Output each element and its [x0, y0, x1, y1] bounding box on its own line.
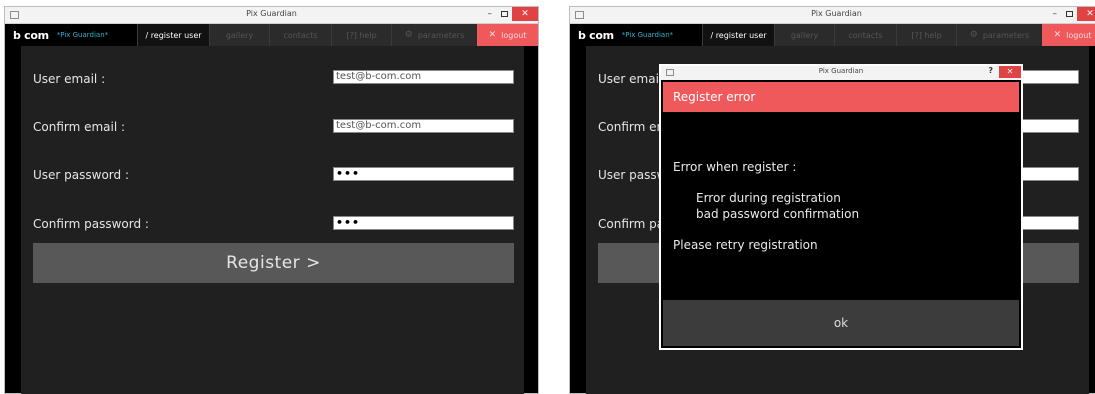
confirm-email-label: Confirm email :: [33, 120, 126, 134]
top-nav: b com *Pix Guardian* / register user gal…: [570, 24, 1095, 46]
tab-parameters[interactable]: ⚙ parameters: [391, 24, 477, 46]
window-title: Pix Guardian: [811, 9, 862, 18]
minimize-button[interactable]: –: [1053, 9, 1058, 19]
bcom-logo: b com: [13, 28, 49, 42]
email-label: User email :: [33, 72, 106, 86]
close-icon: ✕: [1053, 30, 1062, 40]
app-window-registration: Pix Guardian – ✕ b com *Pix Guardian* / …: [4, 6, 539, 394]
gear-icon: ⚙: [969, 30, 978, 40]
dialog-title: Pix Guardian: [818, 67, 864, 75]
tab-contacts[interactable]: contacts: [269, 24, 331, 46]
tab-gallery[interactable]: gallery: [774, 24, 834, 46]
gear-icon: ⚙: [404, 30, 413, 40]
close-button[interactable]: ✕: [512, 7, 538, 21]
registration-form: User email : test@b-com.com Confirm emai…: [21, 46, 524, 394]
email-field[interactable]: test@b-com.com: [333, 70, 514, 84]
window-titlebar: Pix Guardian – ✕: [570, 7, 1095, 24]
register-button[interactable]: Register >: [33, 243, 514, 283]
dialog-header: Register error: [663, 82, 1019, 112]
tab-parameters[interactable]: ⚙ parameters: [956, 24, 1042, 46]
window-titlebar: Pix Guardian – ✕: [5, 7, 538, 24]
dialog-close-button[interactable]: ✕: [999, 66, 1021, 78]
error-message-heading: Error when register :: [673, 160, 797, 174]
password-label: User password :: [33, 168, 129, 182]
minimize-button[interactable]: –: [488, 9, 493, 19]
confirm-password-field[interactable]: •••: [333, 216, 514, 230]
error-detail-line-1: Error during registration: [696, 191, 841, 205]
close-icon: ✕: [488, 30, 497, 40]
retry-message: Please retry registration: [673, 238, 818, 252]
tab-help[interactable]: [?] help: [331, 24, 391, 46]
tab-register-user[interactable]: / register user: [702, 24, 774, 46]
app-name: *Pix Guardian*: [56, 31, 109, 39]
bcom-logo: b com: [578, 28, 614, 42]
ok-button[interactable]: ok: [663, 300, 1019, 346]
app-name: *Pix Guardian*: [621, 31, 674, 39]
register-error-dialog: Pix Guardian ? ✕ Register error Error wh…: [659, 64, 1023, 350]
maximize-button[interactable]: [1066, 11, 1073, 17]
window-title: Pix Guardian: [246, 9, 297, 18]
brand: b com *Pix Guardian*: [5, 24, 137, 46]
close-button[interactable]: ✕: [1077, 7, 1095, 21]
app-window-registration-error: Pix Guardian – ✕ b com *Pix Guardian* / …: [569, 6, 1095, 394]
tab-logout[interactable]: ✕ logout: [477, 24, 538, 46]
confirm-password-label: Confirm password :: [33, 217, 149, 231]
brand: b com *Pix Guardian*: [570, 24, 702, 46]
help-button[interactable]: ?: [988, 66, 993, 75]
dialog-titlebar: Pix Guardian ? ✕: [661, 66, 1021, 80]
tab-gallery[interactable]: gallery: [209, 24, 269, 46]
tab-register-user[interactable]: / register user: [137, 24, 209, 46]
top-nav: b com *Pix Guardian* / register user gal…: [5, 24, 538, 46]
error-detail-line-2: bad password confirmation: [696, 207, 860, 221]
confirm-email-field[interactable]: test@b-com.com: [333, 119, 514, 133]
tab-contacts[interactable]: contacts: [834, 24, 896, 46]
tab-help[interactable]: [?] help: [896, 24, 956, 46]
tab-logout[interactable]: ✕ logout: [1042, 24, 1095, 46]
password-field[interactable]: •••: [333, 167, 514, 181]
maximize-button[interactable]: [501, 11, 508, 17]
